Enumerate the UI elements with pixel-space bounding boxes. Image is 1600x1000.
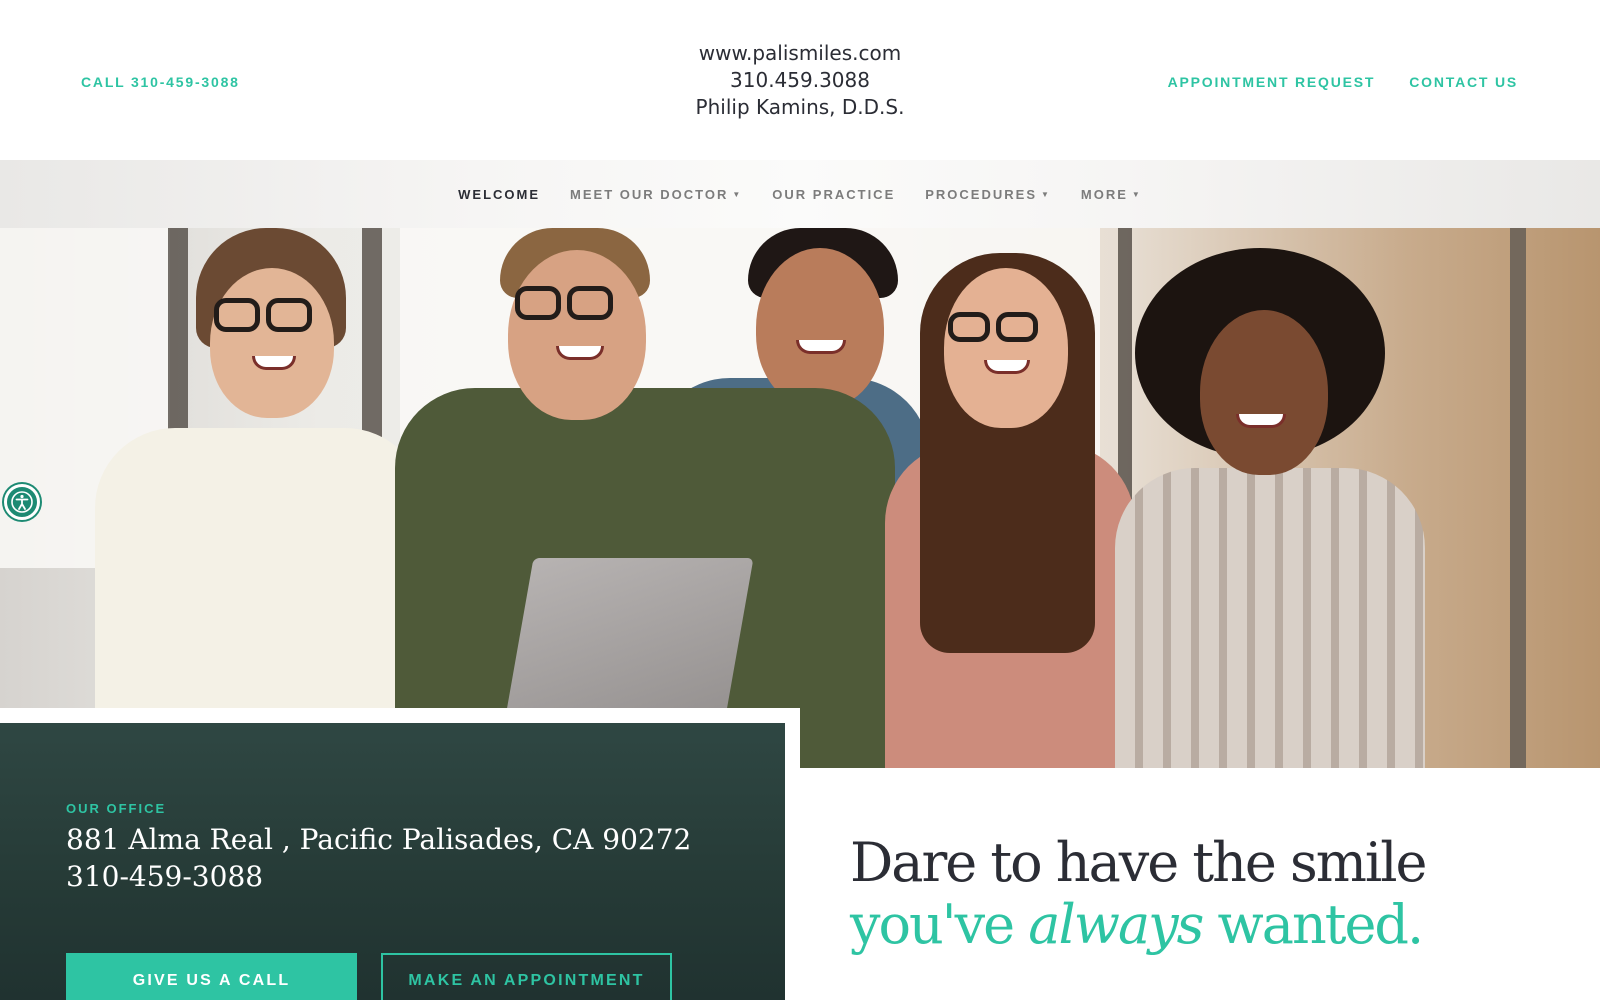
shelf-frame — [1510, 228, 1526, 768]
head — [210, 268, 334, 418]
call-link[interactable]: CALL 310-459-3088 — [81, 74, 240, 90]
nav-item-label: PROCEDURES — [925, 186, 1037, 202]
headline-end: wanted. — [1202, 893, 1425, 956]
doctor-name: Philip Kamins, D.D.S. — [695, 95, 905, 119]
site-url: www.palismiles.com — [698, 41, 902, 65]
appointment-request-link[interactable]: APPOINTMENT REQUEST — [1168, 74, 1376, 90]
headline-start: you've — [850, 893, 1029, 956]
office-address-block: 881 Alma Real , Pacific Palisades, CA 90… — [66, 821, 691, 895]
main-nav: WELCOME MEET OUR DOCTOR ▼ OUR PRACTICE P… — [0, 160, 1600, 228]
office-card: OUR OFFICE 881 Alma Real , Pacific Palis… — [0, 723, 785, 1000]
accessibility-icon[interactable] — [4, 484, 40, 520]
brand-block[interactable]: www.palismiles.com 310.459.3088 Philip K… — [600, 40, 1000, 121]
head — [756, 248, 884, 408]
nav-item-label: MORE — [1080, 186, 1128, 202]
nav-item-our-practice[interactable]: OUR PRACTICE — [772, 187, 895, 202]
office-address: 881 Alma Real , Pacific Palisades, CA 90… — [66, 823, 692, 856]
nav-item-welcome[interactable]: WELCOME — [458, 187, 540, 202]
office-phone: 310-459-3088 — [66, 860, 264, 893]
headline-emphasis: always — [1028, 893, 1204, 956]
nav-item-label: MEET OUR DOCTOR — [570, 186, 729, 202]
glasses — [214, 298, 312, 332]
accessibility-figure-icon — [11, 491, 33, 513]
hero-headline: Dare to have the smile you've always wan… — [850, 831, 1427, 956]
smile — [984, 360, 1030, 374]
make-an-appointment-button[interactable]: MAKE AN APPOINTMENT — [381, 953, 672, 1000]
headline-line-2: you've always wanted. — [850, 894, 1425, 956]
glasses — [515, 286, 613, 320]
office-label: OUR OFFICE — [66, 801, 167, 816]
contact-us-link[interactable]: CONTACT US — [1409, 74, 1518, 90]
nav-item-procedures[interactable]: PROCEDURES ▼ — [925, 187, 1051, 202]
headline-line-1: Dare to have the smile — [850, 831, 1427, 894]
nav-item-meet-our-doctor[interactable]: MEET OUR DOCTOR ▼ — [570, 187, 742, 202]
smile — [1236, 414, 1286, 428]
torso — [1115, 468, 1425, 768]
brand-phone: 310.459.3088 — [730, 68, 870, 92]
header-links: APPOINTMENT REQUEST CONTACT US — [1168, 74, 1518, 90]
nav-item-label: WELCOME — [458, 186, 541, 202]
nav-item-label: OUR PRACTICE — [772, 186, 896, 202]
head — [944, 268, 1068, 428]
glasses — [948, 312, 1038, 342]
smile — [796, 340, 846, 354]
caret-down-icon: ▼ — [732, 189, 743, 199]
smile — [556, 346, 604, 360]
caret-down-icon: ▼ — [1041, 189, 1051, 199]
caret-down-icon: ▼ — [1131, 189, 1142, 199]
nav-item-more[interactable]: MORE ▼ — [1081, 187, 1142, 202]
site-header: CALL 310-459-3088 www.palismiles.com 310… — [0, 0, 1600, 160]
head — [508, 250, 646, 420]
hero-photo — [0, 228, 1600, 768]
head — [1200, 310, 1328, 475]
give-us-a-call-button[interactable]: GIVE US A CALL — [66, 953, 357, 1000]
